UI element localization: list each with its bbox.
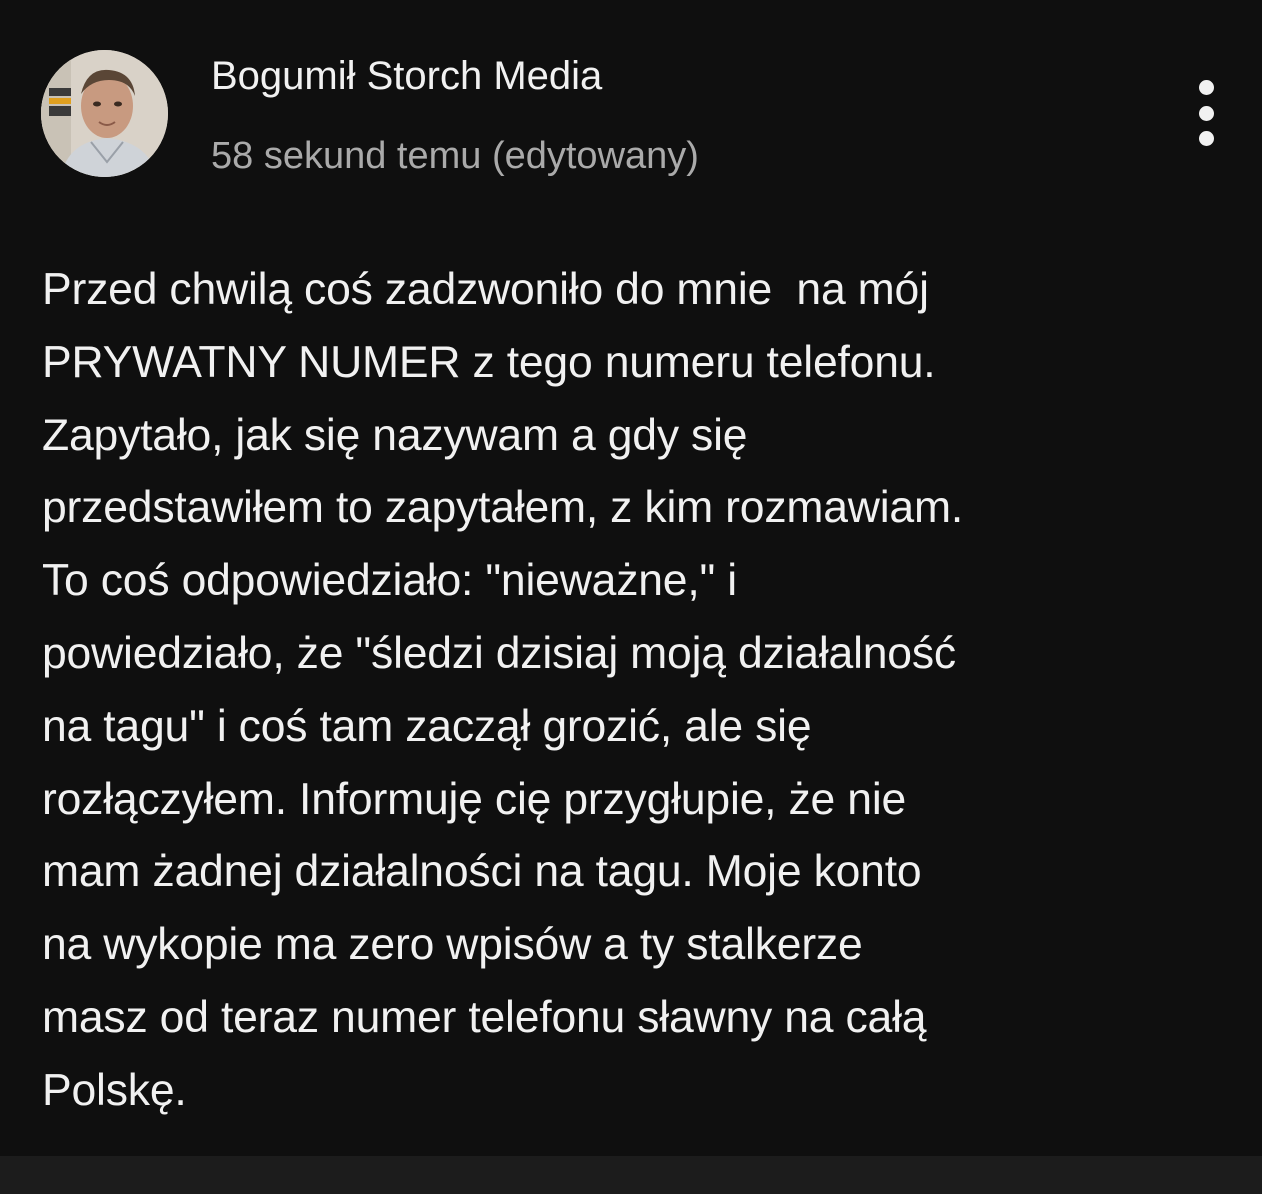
post-body-line: masz od teraz numer telefonu sławny na c… — [42, 992, 927, 1042]
post-body-line: na tagu" i coś tam zaczął grozić, ale si… — [42, 701, 812, 751]
post-body-line: rozłączyłem. Informuję cię przygłupie, ż… — [42, 774, 907, 824]
post-card: Bogumił Storch Media 58 sekund temu (edy… — [0, 0, 1262, 1156]
post-body-line: Zapytało, jak się nazywam a gdy się — [42, 410, 748, 460]
post-body-line: Przed chwilą coś zadzwoniło do mnie na m… — [42, 265, 929, 314]
post-body-line: PRYWATNY NUMER z tego numeru telefonu. — [42, 337, 936, 387]
post-body-line: To coś odpowiedziało: "nieważne," i — [42, 556, 737, 606]
vertical-ellipsis-icon — [1198, 80, 1214, 95]
ellipsis-dot — [1198, 131, 1214, 146]
avatar-photo — [41, 50, 168, 177]
post-timestamp: 58 sekund temu (edytowany) — [211, 135, 699, 177]
more-options-button[interactable] — [1186, 80, 1226, 146]
avatar[interactable] — [41, 50, 168, 177]
post-body-line: przedstawiłem to zapytałem, z kim rozmaw… — [42, 483, 964, 533]
post-body: Przed chwilą coś zadzwoniło do mnie na m… — [42, 254, 1232, 1128]
ellipsis-dot — [1198, 105, 1214, 121]
post-body-line: na wykopie ma zero wpisów a ty stalkerze — [42, 920, 863, 970]
post-body-line: mam żadnej działalności na tagu. Moje ko… — [42, 847, 922, 897]
author-name[interactable]: Bogumił Storch Media — [211, 52, 602, 100]
post-body-line: powiedziało, że "śledzi dzisiaj moją dzi… — [42, 628, 956, 678]
bottom-divider-bar — [0, 1156, 1262, 1194]
post-body-line: Polskę. — [42, 1065, 187, 1115]
